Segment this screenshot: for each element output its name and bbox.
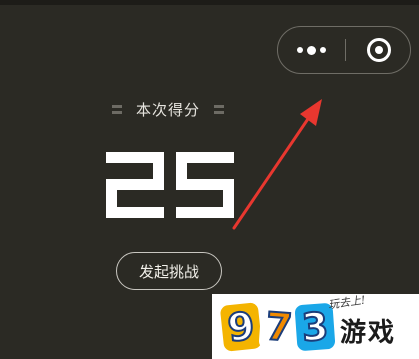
watermark-digit: 9 bbox=[219, 302, 263, 352]
mini-program-capsule bbox=[277, 26, 411, 74]
watermark-slogan: 玩去上! bbox=[327, 293, 367, 312]
close-button[interactable] bbox=[346, 27, 411, 73]
more-button[interactable] bbox=[278, 27, 345, 73]
watermark-digit: 7 bbox=[258, 302, 300, 352]
left-equal-mark bbox=[112, 104, 122, 114]
top-edge-strip bbox=[0, 0, 419, 5]
site-watermark: 9 7 3 玩去上! 游戏 bbox=[212, 293, 419, 359]
watermark-game-text: 游戏 bbox=[340, 318, 397, 348]
right-equal-mark bbox=[213, 104, 224, 114]
target-close-icon bbox=[366, 38, 391, 62]
game-result-screen: 本次得分 25 发起挑战 9 7 3 玩去上! 游 bbox=[0, 0, 419, 359]
score-label: 本次得分 bbox=[135, 100, 200, 119]
score-value: 25 bbox=[106, 152, 234, 218]
more-dots-icon bbox=[297, 45, 326, 55]
challenge-button[interactable]: 发起挑战 bbox=[116, 252, 222, 290]
score-label-row: 本次得分 bbox=[112, 98, 224, 120]
